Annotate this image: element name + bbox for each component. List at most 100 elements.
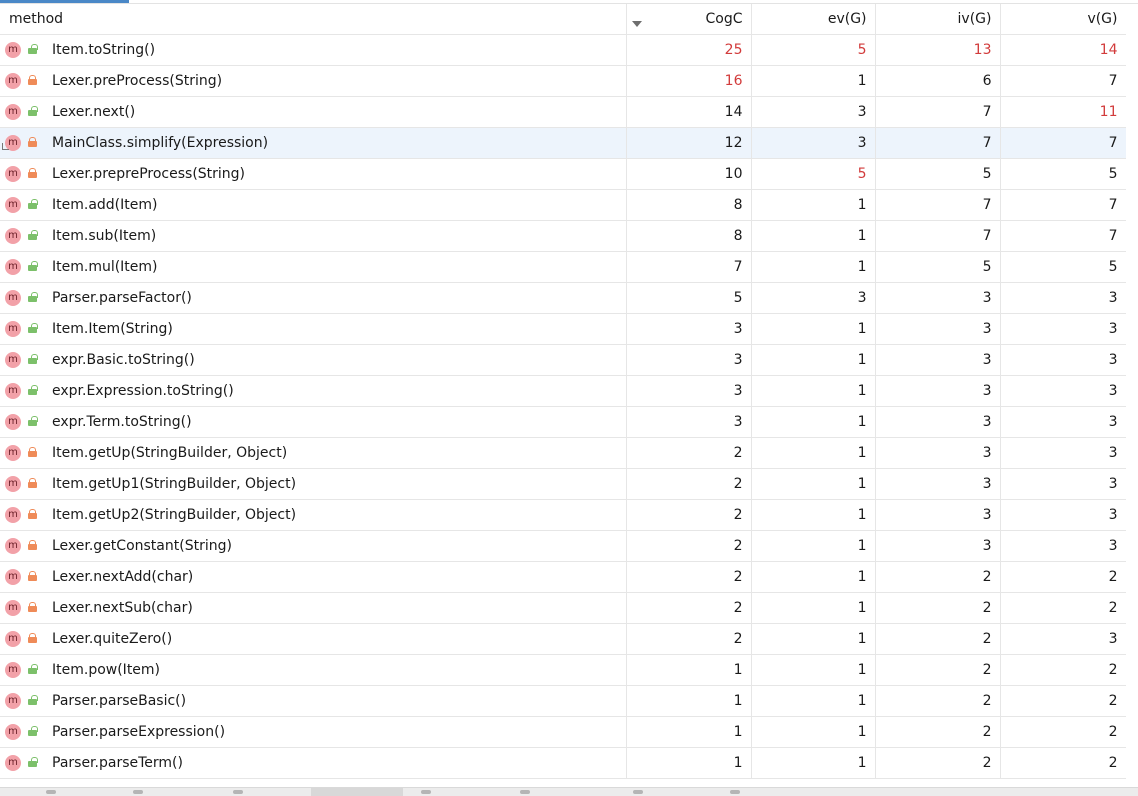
ev-value: 5 [751, 158, 876, 190]
method-cell[interactable]: m Lexer.nextSub(char) [0, 592, 627, 624]
method-cell[interactable]: m Item.Item(String) [0, 313, 627, 345]
method-name: Item.add(Item) [52, 197, 158, 213]
method-cell[interactable]: m Item.getUp1(StringBuilder, Object) [0, 468, 627, 500]
method-m-icon: m [5, 352, 21, 368]
toolbar-icon[interactable] [520, 790, 530, 794]
iv-value: 7 [875, 220, 1001, 252]
cogc-value: 3 [626, 313, 752, 345]
toolbar-icon[interactable] [421, 790, 431, 794]
method-cell[interactable]: m Parser.parseFactor() [0, 282, 627, 314]
method-cell[interactable]: m Lexer.prepreProcess(String) [0, 158, 627, 190]
table-row[interactable]: m Item.getUp1(StringBuilder, Object) 2 1 3 3 [0, 468, 1127, 500]
cogc-value: 2 [626, 499, 752, 531]
method-name: expr.Expression.toString() [52, 383, 234, 399]
method-cell[interactable]: m Lexer.next() [0, 96, 627, 128]
method-cell[interactable]: m Item.getUp2(StringBuilder, Object) [0, 499, 627, 531]
scrollbar-track[interactable] [1126, 4, 1138, 787]
table-row[interactable]: m expr.Term.toString() 3 1 3 3 [0, 406, 1127, 438]
cogc-value: 16 [626, 65, 752, 97]
column-header-method[interactable]: method [0, 4, 642, 35]
cogc-value: 1 [626, 716, 752, 748]
v-value: 2 [1000, 716, 1127, 748]
method-cell[interactable]: m expr.Term.toString() [0, 406, 627, 438]
public-lock-icon [28, 385, 38, 395]
private-lock-icon [28, 137, 37, 147]
ev-value: 3 [751, 96, 876, 128]
method-name: Lexer.nextSub(char) [52, 600, 193, 616]
method-cell[interactable]: m Lexer.getConstant(String) [0, 530, 627, 562]
iv-value: 3 [875, 499, 1001, 531]
table-row[interactable]: m Lexer.nextSub(char) 2 1 2 2 [0, 592, 1127, 624]
method-cell[interactable]: m MainClass.simplify(Expression) [0, 127, 627, 159]
toolbar-icon[interactable] [46, 790, 56, 794]
table-row[interactable]: m Item.mul(Item) 7 1 5 5 [0, 251, 1127, 283]
table-row[interactable]: m Lexer.prepreProcess(String) 10 5 5 5 [0, 158, 1127, 190]
table-row[interactable]: m Item.getUp(StringBuilder, Object) 2 1 3 3 [0, 437, 1127, 469]
v-value: 7 [1000, 220, 1127, 252]
toolbar-icon[interactable] [730, 790, 740, 794]
v-value: 3 [1000, 375, 1127, 407]
v-value: 3 [1000, 406, 1127, 438]
method-cell[interactable]: m Item.mul(Item) [0, 251, 627, 283]
table-row[interactable]: m MainClass.simplify(Expression) 12 3 7 7 [0, 127, 1127, 159]
method-cell[interactable]: m Item.sub(Item) [0, 220, 627, 252]
column-header-iv[interactable]: iv(G) [875, 4, 1001, 35]
table-row[interactable]: m expr.Expression.toString() 3 1 3 3 [0, 375, 1127, 407]
toolbar-icon[interactable] [633, 790, 643, 794]
method-cell[interactable]: m Lexer.nextAdd(char) [0, 561, 627, 593]
toolbar-icon[interactable] [233, 790, 243, 794]
table-row[interactable]: m Item.getUp2(StringBuilder, Object) 2 1 3 3 [0, 499, 1127, 531]
method-cell[interactable]: m Parser.parseExpression() [0, 716, 627, 748]
table-row[interactable]: m Item.toString() 25 5 13 14 [0, 34, 1127, 66]
table-row[interactable]: m Parser.parseFactor() 5 3 3 3 [0, 282, 1127, 314]
table-row[interactable]: m Item.Item(String) 3 1 3 3 [0, 313, 1127, 345]
method-cell[interactable]: m Item.toString() [0, 34, 627, 66]
method-cell[interactable]: m Lexer.preProcess(String) [0, 65, 627, 97]
table-row[interactable]: m Parser.parseTerm() 1 1 2 2 [0, 747, 1127, 779]
method-name: Lexer.next() [52, 104, 136, 120]
toolbar-icon[interactable] [133, 790, 143, 794]
sort-descending-icon[interactable] [632, 21, 642, 27]
method-cell[interactable]: m Parser.parseTerm() [0, 747, 627, 779]
method-m-icon: m [5, 104, 21, 120]
method-cell[interactable]: m expr.Expression.toString() [0, 375, 627, 407]
method-name: Item.toString() [52, 42, 156, 58]
private-lock-icon [28, 571, 37, 581]
table-row[interactable]: m Item.add(Item) 8 1 7 7 [0, 189, 1127, 221]
cogc-value: 25 [626, 34, 752, 66]
table-row[interactable]: m Lexer.quiteZero() 2 1 2 3 [0, 623, 1127, 655]
private-lock-icon [28, 602, 37, 612]
method-cell[interactable]: m expr.Basic.toString() [0, 344, 627, 376]
method-name: Lexer.quiteZero() [52, 631, 173, 647]
column-header-cogc[interactable]: CogC [626, 4, 752, 35]
table-row[interactable]: m Parser.parseBasic() 1 1 2 2 [0, 685, 1127, 717]
iv-value: 2 [875, 623, 1001, 655]
table-row[interactable]: m Parser.parseExpression() 1 1 2 2 [0, 716, 1127, 748]
column-header-v[interactable]: v(G) [1000, 4, 1127, 35]
public-lock-icon [28, 44, 38, 54]
cogc-value: 3 [626, 344, 752, 376]
cogc-value: 10 [626, 158, 752, 190]
column-header-ev[interactable]: ev(G) [751, 4, 876, 35]
table-row[interactable]: m expr.Basic.toString() 3 1 3 3 [0, 344, 1127, 376]
method-cell[interactable]: m Item.add(Item) [0, 189, 627, 221]
private-lock-icon [28, 478, 37, 488]
method-cell[interactable]: m Item.pow(Item) [0, 654, 627, 686]
method-name: expr.Term.toString() [52, 414, 192, 430]
table-row[interactable]: m Lexer.next() 14 3 7 11 [0, 96, 1127, 128]
cogc-value: 3 [626, 406, 752, 438]
v-value: 2 [1000, 685, 1127, 717]
header-row: method CogC ev(G) iv(G) v(G) [0, 4, 1127, 35]
table-row[interactable]: m Lexer.nextAdd(char) 2 1 2 2 [0, 561, 1127, 593]
ev-value: 3 [751, 127, 876, 159]
method-cell[interactable]: m Lexer.quiteZero() [0, 623, 627, 655]
ev-value: 1 [751, 313, 876, 345]
table-row[interactable]: m Lexer.preProcess(String) 16 1 6 7 [0, 65, 1127, 97]
table-row[interactable]: m Item.sub(Item) 8 1 7 7 [0, 220, 1127, 252]
method-cell[interactable]: m Parser.parseBasic() [0, 685, 627, 717]
method-cell[interactable]: m Item.getUp(StringBuilder, Object) [0, 437, 627, 469]
table-row[interactable]: m Item.pow(Item) 1 1 2 2 [0, 654, 1127, 686]
table-row[interactable]: m Lexer.getConstant(String) 2 1 3 3 [0, 530, 1127, 562]
method-m-icon: m [5, 259, 21, 275]
public-lock-icon [28, 726, 38, 736]
